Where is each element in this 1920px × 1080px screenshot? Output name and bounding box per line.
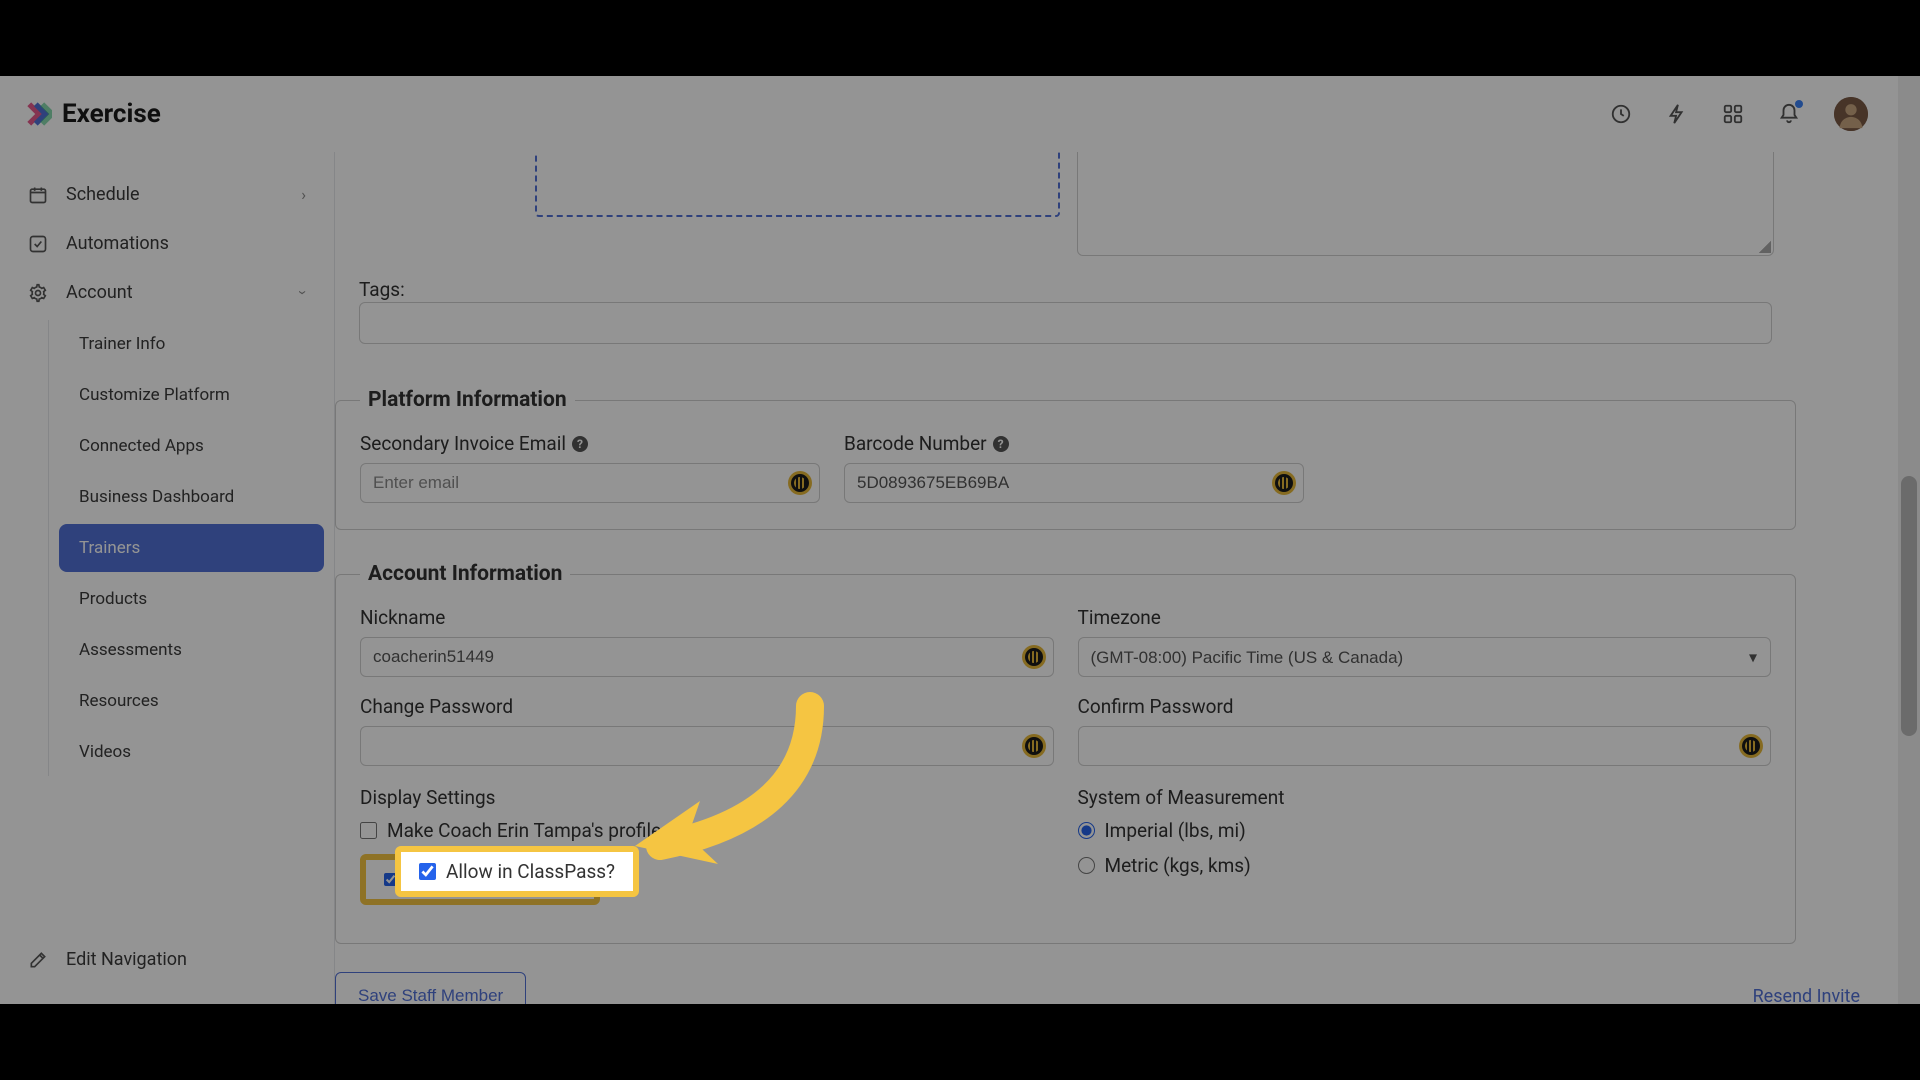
subnav-resources[interactable]: Resources: [59, 677, 324, 725]
password-manager-icon[interactable]: [1272, 471, 1296, 495]
password-manager-icon[interactable]: [1022, 734, 1046, 758]
barcode-label: Barcode Number ?: [844, 432, 1304, 455]
bio-textarea[interactable]: [1077, 152, 1774, 256]
subnav-products[interactable]: Products: [59, 575, 324, 623]
highlight-allow-classpass: Allow in ClassPass?: [360, 854, 600, 905]
sidebar-item-label: Edit Navigation: [66, 949, 187, 970]
tags-input[interactable]: [359, 302, 1772, 344]
allow-classpass-checkbox[interactable]: [384, 873, 397, 886]
brand: Exercise: [26, 99, 161, 129]
profile-public-checkbox-row[interactable]: Make Coach Erin Tampa's profile public: [360, 819, 1054, 842]
notification-dot: [1795, 100, 1803, 108]
secondary-email-label: Secondary Invoice Email ?: [360, 432, 820, 455]
profile-public-label: Make Coach Erin Tampa's profile public: [387, 819, 717, 842]
apps-grid-icon[interactable]: [1722, 103, 1744, 125]
sidebar-item-account[interactable]: Account ›: [0, 268, 334, 317]
sidebar-item-edit-navigation[interactable]: Edit Navigation: [0, 935, 334, 984]
app-window: Exercise Schedule › Automations Account: [0, 76, 1920, 1004]
subnav-trainer-info[interactable]: Trainer Info: [59, 320, 324, 368]
imperial-label: Imperial (lbs, mi): [1105, 819, 1246, 842]
confirm-password-label: Confirm Password: [1078, 695, 1772, 718]
lightning-icon[interactable]: [1666, 103, 1688, 125]
upload-dropzone[interactable]: [535, 152, 1060, 217]
profile-public-checkbox[interactable]: [360, 822, 377, 839]
timezone-select[interactable]: (GMT-08:00) Pacific Time (US & Canada): [1078, 637, 1772, 677]
change-password-label: Change Password: [360, 695, 1054, 718]
subnav-customize-platform[interactable]: Customize Platform: [59, 371, 324, 419]
sidebar-item-label: Account: [66, 282, 133, 303]
timezone-label: Timezone: [1078, 606, 1772, 629]
header-icons: [1610, 97, 1868, 131]
display-settings-label: Display Settings: [360, 786, 1054, 809]
gear-icon: [28, 283, 48, 303]
subnav-connected-apps[interactable]: Connected Apps: [59, 422, 324, 470]
account-subnav: Trainer Info Customize Platform Connecte…: [48, 320, 334, 776]
sidebar-item-label: Automations: [66, 233, 169, 254]
check-square-icon: [28, 234, 48, 254]
password-manager-icon[interactable]: [1739, 734, 1763, 758]
sidebar: Schedule › Automations Account › Trainer…: [0, 152, 335, 1004]
section-legend: Platform Information: [360, 388, 575, 412]
help-icon[interactable]: ?: [572, 436, 588, 452]
resend-invite-link[interactable]: Resend Invite: [1753, 986, 1860, 1004]
sidebar-item-automations[interactable]: Automations: [0, 219, 334, 268]
header: Exercise: [0, 76, 1898, 152]
chevron-right-icon: ›: [301, 185, 306, 204]
metric-label: Metric (kgs, kms): [1105, 854, 1251, 877]
subnav-trainers[interactable]: Trainers: [59, 524, 324, 572]
chevron-down-icon: ›: [294, 290, 313, 295]
save-staff-member-button[interactable]: Save Staff Member: [335, 972, 526, 1004]
avatar[interactable]: [1834, 97, 1868, 131]
subnav-business-dashboard[interactable]: Business Dashboard: [59, 473, 324, 521]
help-icon[interactable]: ?: [993, 436, 1009, 452]
brand-name: Exercise: [62, 99, 161, 129]
change-password-input[interactable]: [360, 726, 1054, 766]
scrollbar[interactable]: [1898, 76, 1920, 1004]
clock-icon[interactable]: [1610, 103, 1632, 125]
letterbox-top: [0, 0, 1920, 76]
confirm-password-input[interactable]: [1078, 726, 1772, 766]
sidebar-item-schedule[interactable]: Schedule ›: [0, 170, 334, 219]
edit-icon: [28, 950, 48, 970]
password-manager-icon[interactable]: [1022, 645, 1046, 669]
nickname-label: Nickname: [360, 606, 1054, 629]
subnav-assessments[interactable]: Assessments: [59, 626, 324, 674]
tags-label: Tags:: [359, 278, 405, 301]
allow-classpass-label: Allow in ClassPass?: [407, 868, 576, 891]
subnav-videos[interactable]: Videos: [59, 728, 324, 776]
imperial-radio-row[interactable]: Imperial (lbs, mi): [1078, 819, 1772, 842]
letterbox-bottom: [0, 1004, 1920, 1080]
password-manager-icon[interactable]: [788, 471, 812, 495]
platform-information-section: Platform Information Secondary Invoice E…: [335, 388, 1796, 530]
nickname-input[interactable]: [360, 637, 1054, 677]
metric-radio-row[interactable]: Metric (kgs, kms): [1078, 854, 1772, 877]
brand-logo-icon: [26, 101, 52, 127]
section-legend: Account Information: [360, 562, 570, 586]
content: Tags: Platform Information Secondary Inv…: [335, 152, 1898, 1004]
account-information-section: Account Information Nickname Timezone (G…: [335, 562, 1796, 944]
barcode-input[interactable]: [844, 463, 1304, 503]
calendar-icon: [28, 185, 48, 205]
bell-icon[interactable]: [1778, 103, 1800, 125]
sidebar-item-label: Schedule: [66, 184, 140, 205]
metric-radio[interactable]: [1078, 857, 1095, 874]
imperial-radio[interactable]: [1078, 822, 1095, 839]
som-label: System of Measurement: [1078, 786, 1772, 809]
scrollbar-thumb[interactable]: [1901, 476, 1917, 736]
secondary-email-input[interactable]: [360, 463, 820, 503]
